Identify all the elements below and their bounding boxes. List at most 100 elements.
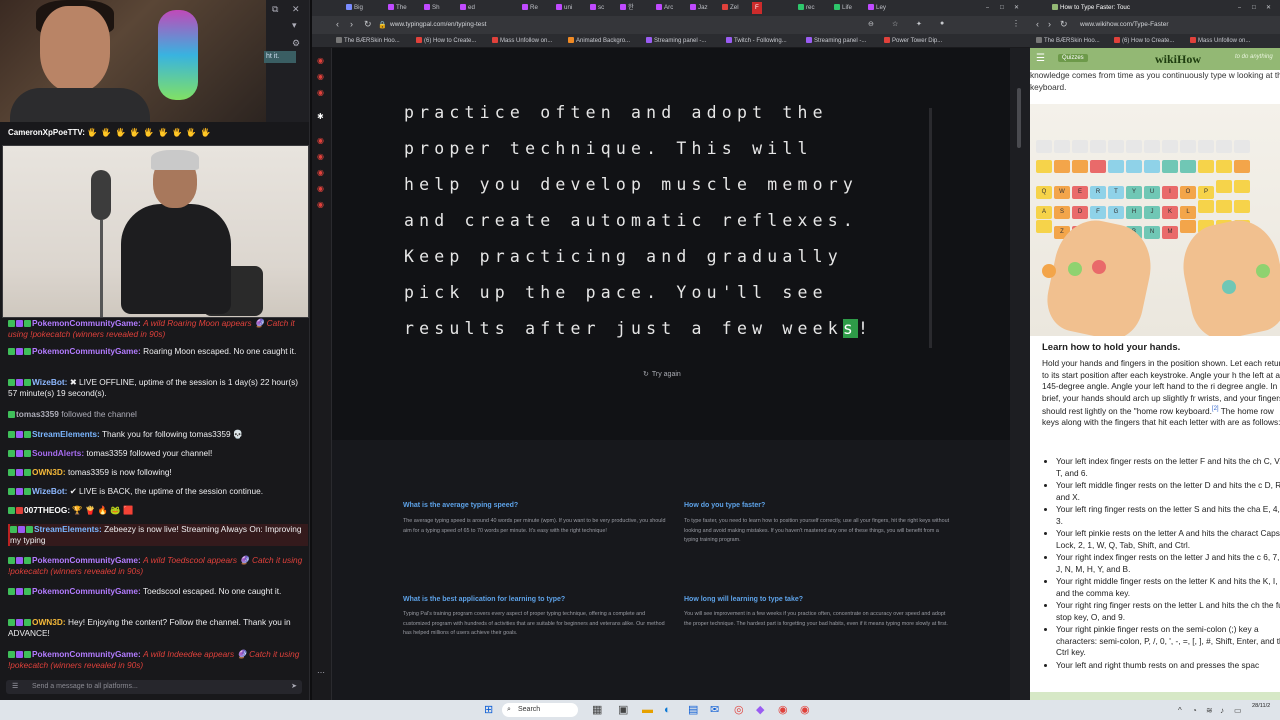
- sidebar-icon[interactable]: ◉: [317, 72, 324, 81]
- clock[interactable]: 28/11/2: [1252, 703, 1270, 710]
- url-field[interactable]: www.wikihow.com/Type-Faster: [1080, 19, 1169, 31]
- faq-question[interactable]: How long will learning to type take?: [684, 596, 803, 603]
- bookmark[interactable]: Mass Unfollow on...: [492, 35, 552, 47]
- tab[interactable]: Life: [834, 2, 852, 14]
- tab-active[interactable]: F: [752, 2, 762, 14]
- tab[interactable]: Big: [346, 2, 363, 14]
- battery-icon[interactable]: ▭: [1234, 705, 1242, 717]
- more-icon[interactable]: ⋯: [317, 668, 325, 677]
- menu-icon[interactable]: ⋮: [1012, 19, 1020, 28]
- bookmarks-bar: The BÆRSkin Hoo... (6) How to Create... …: [312, 34, 1030, 48]
- settings-icon[interactable]: ☰: [12, 680, 18, 694]
- tab[interactable]: Re: [522, 2, 538, 14]
- quizzes-button[interactable]: Quizzes: [1058, 54, 1088, 62]
- back-icon[interactable]: ‹: [336, 19, 339, 29]
- tab[interactable]: Jaz: [690, 2, 708, 14]
- chat-input[interactable]: ☰ Send a message to all platforms... ➤: [6, 680, 302, 694]
- typing-line: Keep practicing and gradually: [404, 247, 843, 266]
- volume-icon[interactable]: ♪: [1220, 705, 1224, 717]
- profile-icon[interactable]: ●: [940, 20, 944, 27]
- hamburger-icon[interactable]: ☰: [1036, 53, 1045, 64]
- tab[interactable]: Zel: [722, 2, 739, 14]
- sidebar-icon[interactable]: ◉: [317, 136, 324, 145]
- reload-icon[interactable]: ↻: [1060, 19, 1068, 30]
- sidebar-icon[interactable]: ◉: [317, 184, 324, 193]
- try-again-button[interactable]: ↻ Try again: [643, 370, 681, 378]
- bookmark[interactable]: Streaming panel -...: [646, 35, 706, 47]
- tab[interactable]: 한: [620, 2, 634, 14]
- sidebar-icon[interactable]: ◉: [317, 88, 324, 97]
- tab[interactable]: Ley: [868, 2, 886, 14]
- bookmark[interactable]: Twitch - Following...: [726, 35, 787, 47]
- edge-icon[interactable]: ◐: [664, 704, 671, 716]
- popout-icon[interactable]: ⧉: [272, 4, 278, 15]
- tab[interactable]: ed: [460, 2, 475, 14]
- minimize-icon[interactable]: –: [986, 2, 989, 14]
- bookmark[interactable]: Mass Unfollow on...: [1190, 35, 1250, 47]
- maximize-icon[interactable]: □: [1000, 2, 1004, 14]
- close-icon[interactable]: ✕: [292, 4, 300, 15]
- close-icon[interactable]: ✕: [1014, 2, 1019, 14]
- extensions-icon[interactable]: ✦: [916, 20, 922, 28]
- typing-text-area[interactable]: practice often and adopt the proper tech…: [404, 103, 934, 353]
- tab[interactable]: Sh: [424, 2, 440, 14]
- wikihow-logo[interactable]: wikiHow: [1155, 52, 1201, 67]
- tab[interactable]: The: [388, 2, 407, 14]
- page-scrollbar[interactable]: [1010, 48, 1030, 700]
- back-icon[interactable]: ‹: [1036, 19, 1039, 29]
- app-icon[interactable]: ◎: [734, 704, 744, 716]
- app-icon[interactable]: ◆: [756, 704, 764, 716]
- forward-icon[interactable]: ›: [350, 19, 353, 29]
- sidebar-icon[interactable]: ◉: [317, 168, 324, 177]
- search-input[interactable]: to do anything: [1235, 54, 1273, 60]
- bookmark[interactable]: (6) How to Create...: [1114, 35, 1174, 47]
- address-bar: ‹ › ↻ 🔒 www.typingpal.com/en/typing-test…: [312, 16, 1030, 34]
- faq-question[interactable]: How do you type faster?: [684, 502, 765, 509]
- gear-icon[interactable]: ⚙: [292, 38, 300, 49]
- sidebar-icon[interactable]: ◉: [317, 200, 324, 209]
- mail-icon[interactable]: ✉: [710, 704, 719, 716]
- forward-icon[interactable]: ›: [1048, 19, 1051, 29]
- chrome-icon[interactable]: ◉: [800, 704, 810, 716]
- tab[interactable]: Arc: [656, 2, 673, 14]
- reload-icon[interactable]: ↻: [364, 19, 372, 30]
- store-icon[interactable]: ▤: [688, 704, 698, 716]
- tab[interactable]: uni: [556, 2, 572, 14]
- arrow-down-icon[interactable]: ▾: [292, 20, 297, 31]
- start-icon[interactable]: ⊞: [484, 704, 493, 716]
- stream-video[interactable]: [2, 145, 309, 318]
- close-icon[interactable]: ✕: [1266, 2, 1271, 14]
- send-icon[interactable]: ➤: [291, 680, 297, 694]
- maximize-icon[interactable]: □: [1252, 2, 1256, 14]
- faq-question[interactable]: What is the average typing speed?: [403, 502, 518, 509]
- tray-icon[interactable]: ^: [1178, 705, 1182, 717]
- taskbar-search[interactable]: ⌕ Search: [502, 703, 578, 717]
- tab[interactable]: sc: [590, 2, 604, 14]
- sidebar-icon[interactable]: ◉: [317, 152, 324, 161]
- chrome-icon[interactable]: ◉: [778, 704, 788, 716]
- minimize-icon[interactable]: –: [1238, 2, 1241, 14]
- typing-line-current: results after just a few weeks!: [404, 319, 874, 338]
- bookmark[interactable]: The BÆRSkin Hoo...: [336, 35, 400, 47]
- bookmark[interactable]: (6) How to Create...: [416, 35, 476, 47]
- file-explorer-icon[interactable]: ▬: [642, 704, 653, 716]
- bookmark-icon[interactable]: ☆: [892, 20, 898, 28]
- bookmark[interactable]: Power Tower Dip...: [884, 35, 942, 47]
- faq-question[interactable]: What is the best application for learnin…: [403, 596, 565, 603]
- task-view-icon[interactable]: ▣: [618, 704, 628, 716]
- current-character: s: [842, 319, 859, 338]
- zoom-icon[interactable]: ⊖: [868, 20, 874, 28]
- typing-scrollbar[interactable]: [929, 108, 932, 348]
- sidebar-icon[interactable]: ◉: [317, 56, 324, 65]
- bookmark[interactable]: Streaming panel -...: [806, 35, 866, 47]
- widgets-icon[interactable]: ▦: [592, 704, 602, 716]
- pin-icon[interactable]: ✱: [317, 112, 324, 121]
- bookmark[interactable]: The BÆRSkin Hoo...: [1036, 35, 1100, 47]
- bookmark[interactable]: Animated Backgro...: [568, 35, 630, 47]
- network-icon[interactable]: ◔: [1192, 705, 1197, 717]
- url-field[interactable]: www.typingpal.com/en/typing-test: [390, 19, 486, 31]
- tab[interactable]: rec: [798, 2, 815, 14]
- tab-active[interactable]: How to Type Faster: Touc: [1052, 2, 1130, 14]
- wifi-icon[interactable]: ≋: [1206, 705, 1213, 717]
- citation-link[interactable]: [2]: [1212, 406, 1219, 412]
